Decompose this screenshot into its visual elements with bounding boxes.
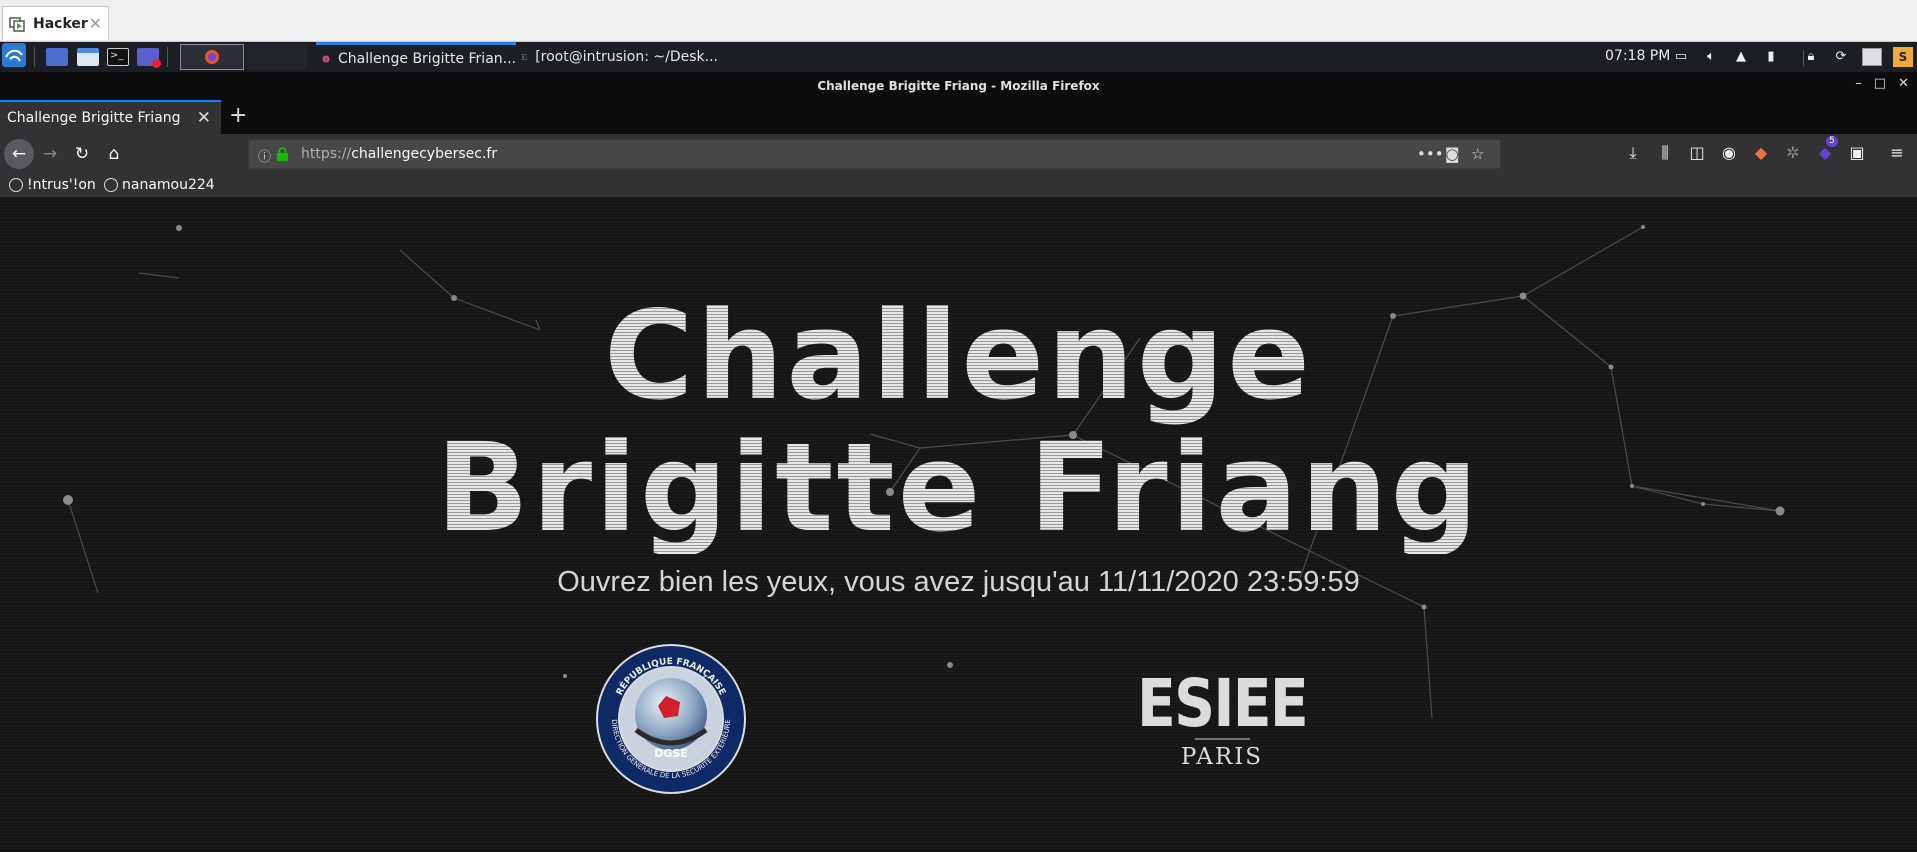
close-window-icon[interactable]: ✕ (1898, 76, 1909, 91)
maximize-icon[interactable]: □ (1874, 76, 1886, 91)
display-icon[interactable]: ▭ (1674, 50, 1688, 64)
taskbar-terminal-label: [root@intrusion: ~/Desk... (535, 49, 718, 65)
bookmark-label: nanamou224 (122, 177, 215, 193)
hero-title-line-1: Challenge (603, 285, 1314, 427)
hero-title-line-2: Brigitte Friang (435, 417, 1481, 559)
url-text[interactable]: https://challengecybersec.fr (301, 146, 497, 162)
globe-icon (104, 178, 118, 192)
bookmark-star-icon[interactable]: ☆ (1471, 145, 1484, 163)
window-titlebar: Challenge Brigitte Friang - Mozilla Fire… (0, 72, 1917, 100)
notifications-icon[interactable]: ▲ (1734, 50, 1748, 64)
host-tab-label: Hacker (33, 15, 88, 32)
tab-strip: Challenge Brigitte Friang ✕ + (0, 100, 1917, 134)
user-icon[interactable]: S (1893, 47, 1913, 67)
hero-title: Challenge Brigitte Friang (0, 290, 1917, 554)
secure-lock-icon[interactable] (277, 147, 288, 161)
esiee-paris-logo[interactable]: ESIEE PARIS (1135, 664, 1310, 774)
kali-menu-icon[interactable] (2, 43, 26, 67)
esiee-city: PARIS (1181, 744, 1263, 770)
deadline-subtitle: Ouvrez bien les yeux, vous avez jusqu'au… (557, 566, 1360, 598)
file-manager-icon[interactable] (77, 47, 99, 67)
extension-badge-count: 5 (1826, 136, 1838, 147)
sidebar-icon[interactable]: ◫ (1686, 142, 1708, 164)
back-arrow-icon[interactable]: ← (4, 139, 34, 169)
url-scheme: https:// (301, 146, 352, 162)
separator (167, 47, 168, 67)
desktop-panel: >_ Challenge Brigitte Frian... [root@int… (0, 42, 1917, 72)
bookmark-label: !ntrus'!on (27, 177, 96, 193)
show-desktop-icon[interactable] (46, 47, 68, 67)
reload-icon[interactable]: ↻ (70, 142, 94, 166)
url-bar[interactable]: ⓘ https://challengecybersec.fr ••• ◙ ☆ (248, 139, 1501, 169)
page-content: Challenge Brigitte Friang Ouvrez bien le… (0, 198, 1917, 852)
volume-icon[interactable]: 🔈︎ (1704, 50, 1718, 64)
battery-icon[interactable]: ▮ (1764, 50, 1778, 64)
host-window-bar: Hacker ✕ (0, 0, 1917, 42)
window-switcher-icon[interactable] (1862, 48, 1882, 66)
library-icon[interactable]: ⫼ (1654, 142, 1676, 164)
tab-challenge[interactable]: Challenge Brigitte Friang ✕ (0, 100, 221, 134)
extension-box-icon[interactable]: ▣ (1846, 142, 1868, 164)
account-icon[interactable]: ◉ (1718, 142, 1740, 164)
info-icon[interactable]: ⓘ (258, 146, 271, 165)
separator (34, 47, 35, 67)
host-tab[interactable]: Hacker ✕ (2, 6, 109, 40)
pocket-icon[interactable]: ◙ (1445, 145, 1460, 163)
dgse-mark: DGSE (654, 747, 688, 760)
remote-desktop-icon (9, 16, 25, 32)
firefox-icon (205, 50, 219, 64)
bookmark-intrusion[interactable]: !ntrus'!on (9, 177, 96, 193)
extension-bug-icon[interactable]: ✲ (1782, 142, 1804, 164)
terminal-icon (522, 54, 528, 60)
terminal-icon[interactable]: >_ (107, 47, 129, 67)
taskbar-firefox-label: Challenge Brigitte Frian... (338, 50, 516, 67)
close-icon[interactable]: ✕ (89, 14, 102, 33)
taskbar-firefox[interactable]: Challenge Brigitte Frian... (316, 42, 516, 72)
minimize-icon[interactable]: – (1855, 76, 1862, 91)
bookmarks-toolbar: !ntrus'!on nanamou224 (0, 174, 1917, 198)
extension-badge-icon[interactable]: ◆ 5 (1814, 136, 1838, 164)
home-icon[interactable]: ⌂ (102, 142, 126, 166)
taskbar-terminal[interactable]: [root@intrusion: ~/Desk... (518, 42, 718, 72)
bookmark-nanamou224[interactable]: nanamou224 (104, 177, 215, 193)
esiee-wordmark: ESIEE (1137, 665, 1307, 742)
lock-screen-icon[interactable]: 🔒︎ (1804, 50, 1818, 64)
navigation-toolbar: ← → ↻ ⌂ ⓘ https://challengecybersec.fr •… (0, 134, 1917, 174)
window-title: Challenge Brigitte Friang - Mozilla Fire… (817, 79, 1100, 93)
dgse-logo[interactable]: RÉPUBLIQUE FRANÇAISE DIRECTION GÉNÉRALE … (596, 644, 746, 794)
firefox-icon (322, 55, 330, 62)
menu-hamburger-icon[interactable]: ≡ (1886, 142, 1908, 164)
close-tab-icon[interactable]: ✕ (197, 108, 211, 128)
url-host: challengecybersec.fr (351, 146, 498, 162)
refresh-icon[interactable]: ⟳ (1834, 50, 1848, 64)
new-tab-icon[interactable]: + (229, 103, 247, 128)
tab-title: Challenge Brigitte Friang (7, 110, 181, 126)
panel-clock[interactable]: 07:18 PM (1605, 48, 1670, 64)
page-actions-icon[interactable]: ••• (1417, 145, 1444, 163)
downloads-icon[interactable]: ⤓ (1622, 142, 1644, 164)
globe-icon (9, 178, 23, 192)
workspace-1[interactable] (180, 44, 244, 70)
forward-arrow-icon[interactable]: → (38, 142, 62, 166)
workspace-2[interactable] (247, 44, 307, 70)
screen-recorder-icon[interactable] (137, 47, 161, 68)
extension-fox-icon[interactable]: ◆ (1750, 142, 1772, 164)
